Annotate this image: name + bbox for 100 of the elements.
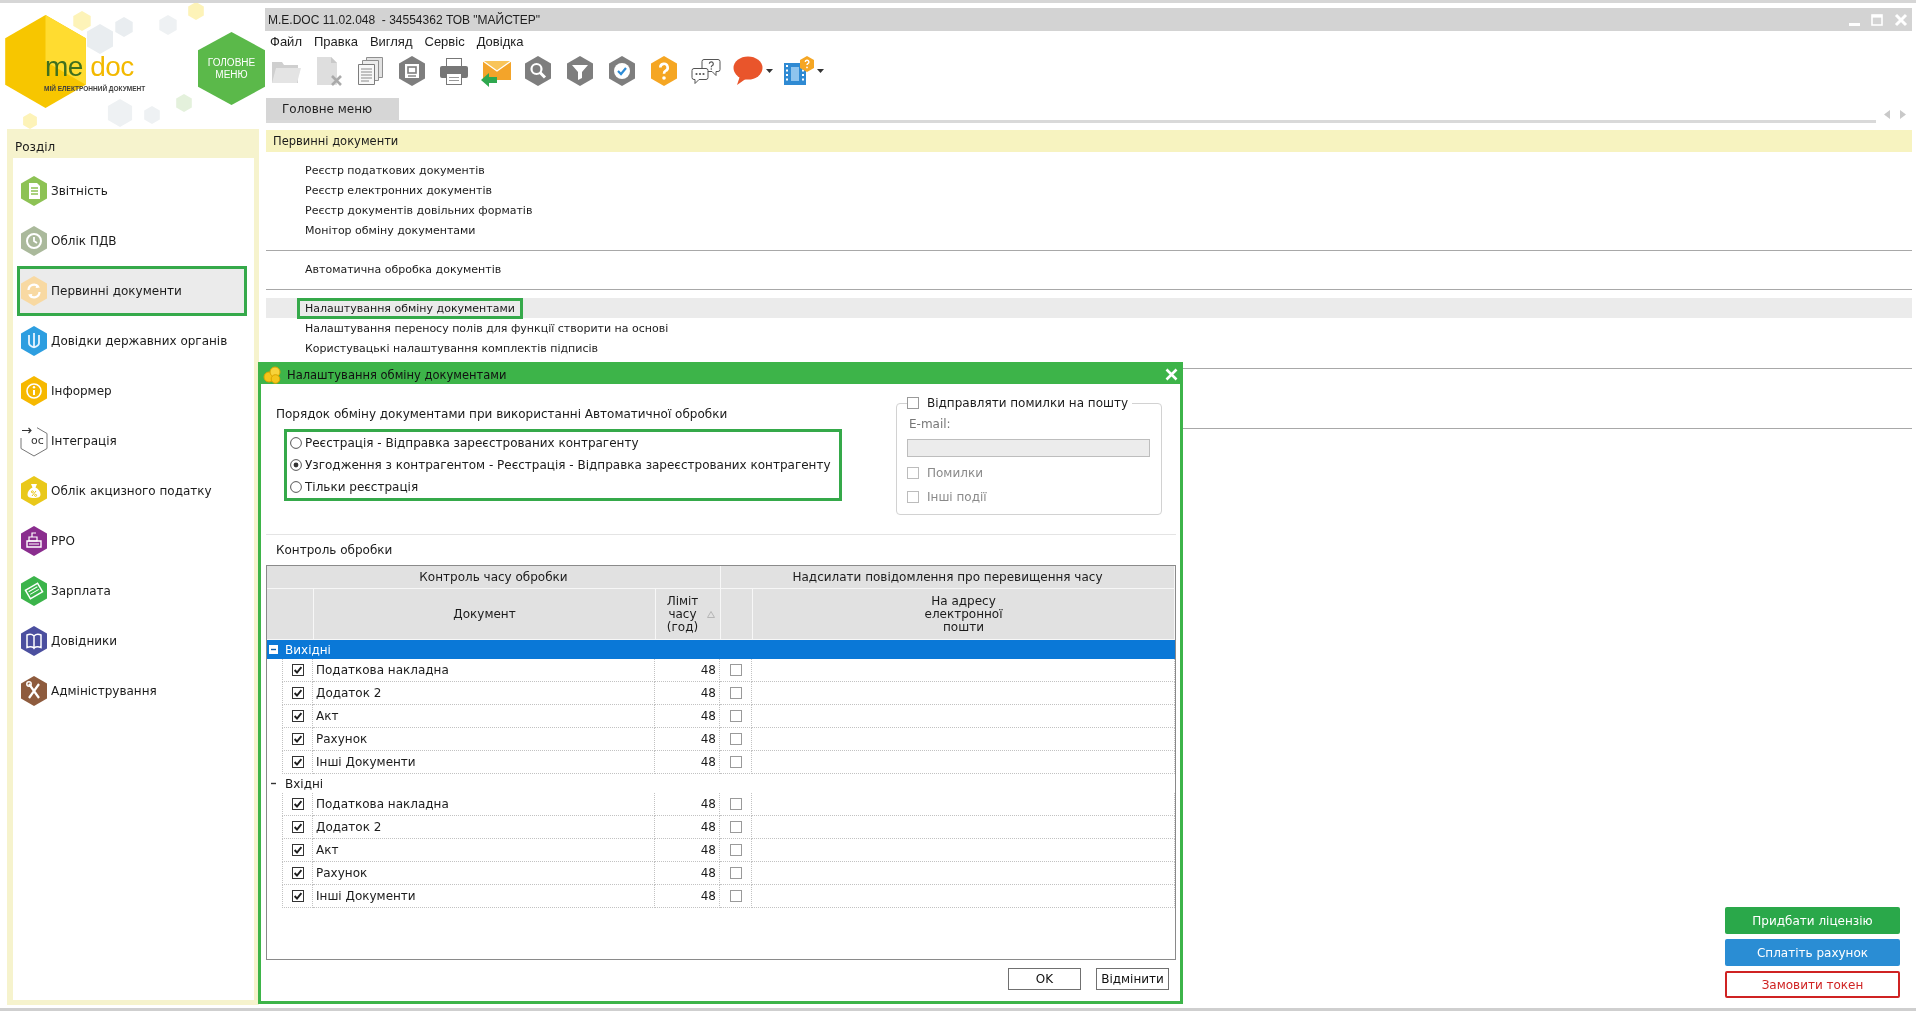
radio-option[interactable]: Тільки реєстрація (290, 476, 831, 498)
checkbox-icon[interactable] (729, 798, 742, 810)
radio-icon[interactable] (290, 437, 302, 449)
checkbox-icon[interactable] (291, 687, 304, 699)
help-icon[interactable] (648, 55, 680, 87)
radio-icon[interactable] (290, 481, 302, 493)
menu-item[interactable]: Реєстр електронних документів (297, 179, 500, 201)
table-cell: 48 (655, 728, 720, 751)
checkbox-icon[interactable] (291, 664, 304, 676)
moneybag-hexagon-icon (20, 475, 48, 507)
menu-item[interactable]: Користувацькі налаштування комплектів підписів (297, 337, 606, 359)
sidebar-item[interactable]: РРО (17, 516, 247, 566)
close-icon[interactable] (1165, 368, 1178, 381)
checkbox-icon[interactable] (291, 733, 304, 745)
checkbox-icon[interactable] (729, 710, 742, 722)
filter-icon[interactable] (564, 55, 596, 87)
ok-button[interactable]: OK (1008, 968, 1081, 990)
radio-icon[interactable] (290, 459, 302, 471)
safe-icon[interactable] (396, 55, 428, 87)
book-hexagon-icon (20, 625, 48, 657)
table-cell: 48 (655, 816, 720, 839)
table-cell: Податкова накладна (313, 659, 655, 682)
checkbox-icon[interactable] (291, 867, 304, 879)
clock-hexagon-icon (20, 225, 48, 257)
sidebar-item[interactable]: oc Інтеграція (17, 416, 247, 466)
group-label: Контроль обробки (275, 543, 394, 557)
menu-item[interactable]: Реєстр документів довільних форматів (297, 199, 541, 221)
caret-icon[interactable] (766, 69, 773, 73)
column-header: Документ (453, 607, 516, 621)
checkbox-icon[interactable] (729, 687, 742, 699)
tab[interactable]: Головне меню (266, 98, 400, 120)
radio-option[interactable]: Узгодження з контрагентом - Реєстрація - Відправка зареєстрованих контрагенту (290, 454, 831, 476)
sidebar-title: Розділ (14, 139, 57, 156)
menu-bar-item[interactable]: Правка (313, 33, 358, 49)
table-cell: Рахунок (313, 728, 655, 751)
collapse-icon[interactable] (269, 645, 278, 654)
menu-item[interactable]: Налаштування переносу полів для функції створити на основі (297, 317, 677, 339)
printer-icon[interactable] (438, 55, 470, 87)
checkbox-icon[interactable] (729, 844, 742, 856)
checkbox-icon[interactable] (729, 821, 742, 833)
sidebar-item[interactable]: Звітність (17, 166, 247, 216)
menu-bar-item[interactable]: Вигляд (369, 33, 413, 49)
checkbox-icon[interactable] (907, 397, 919, 409)
sidebar-item[interactable]: Адміністрування (17, 666, 247, 716)
checkbox-icon[interactable] (729, 867, 742, 879)
menu-bar-item[interactable]: Файл (270, 33, 302, 49)
refresh-hexagon-icon (20, 275, 48, 307)
cancel-button[interactable]: Відмінити (1096, 968, 1169, 990)
checkbox-icon[interactable] (729, 664, 742, 676)
table-cell: Акт (313, 839, 655, 862)
checkbox-icon[interactable] (729, 756, 742, 768)
sidebar-item[interactable]: Інформер (17, 366, 247, 416)
sidebar-item[interactable]: Облік ПДВ (17, 216, 247, 266)
cash-register-hexagon-icon (20, 525, 48, 557)
order-token-button[interactable]: Замовити токен (1725, 971, 1900, 998)
checkbox-option[interactable]: Відправляти помилки на пошту (907, 396, 1129, 410)
info-hexagon-icon (20, 375, 48, 407)
table-cell: 48 (655, 793, 720, 816)
pay-invoice-button[interactable]: Сплатіть рахунок (1725, 939, 1900, 966)
sidebar-item[interactable]: Довідники (17, 616, 247, 666)
column-group-header: Контроль часу обробки (419, 570, 568, 584)
column-group-header: Надсилати повідомлення про перевищення часу (792, 570, 1103, 584)
table-cell: 48 (655, 682, 720, 705)
caret-icon[interactable] (817, 69, 824, 73)
menu-item[interactable]: Налаштування обміну документами (297, 297, 523, 319)
trident-hexagon-icon (20, 325, 48, 357)
table-cell: 48 (655, 839, 720, 862)
table-cell: 48 (655, 705, 720, 728)
checkbox-icon[interactable] (291, 710, 304, 722)
tree-group-row[interactable]: Вхідні (267, 774, 1175, 793)
window-title: M.E.DOC 11.02.048 - 34554362 ТОВ "МАЙСТЕР" (268, 12, 542, 27)
speech-bubble-icon[interactable] (732, 55, 764, 87)
checkbox-icon[interactable] (729, 733, 742, 745)
table-cell: 48 (655, 659, 720, 682)
group-label: Порядок обміну документами при використанні Автоматичної обробки (276, 407, 729, 421)
table-cell: Додаток 2 (313, 816, 655, 839)
sidebar-item[interactable]: Облік акцизного податку (17, 466, 247, 516)
column-header: Ліміт часу (год) (665, 594, 700, 634)
table-cell: Податкова накладна (313, 793, 655, 816)
checkbox-icon[interactable] (291, 890, 304, 902)
tree-group-row[interactable]: Вихідні (267, 640, 1175, 659)
search-icon[interactable] (522, 55, 554, 87)
checkbox-icon[interactable] (729, 890, 742, 902)
radio-option[interactable]: Реєстрація - Відправка зареєстрованих контрагенту (290, 432, 831, 454)
checkbox-icon[interactable] (291, 756, 304, 768)
menu-bar-item[interactable]: Довідка (476, 33, 524, 49)
sidebar-item[interactable]: Первинні документи (17, 266, 247, 316)
sidebar-item[interactable]: Довідки державних органів (17, 316, 247, 366)
menu-item[interactable]: Автоматична обробка документів (297, 258, 510, 280)
table-cell: Інші Документи (313, 751, 655, 774)
sidebar-item[interactable]: Зарплата (17, 566, 247, 616)
checkbox-icon[interactable] (291, 821, 304, 833)
menu-item[interactable]: Реєстр податкових документів (297, 159, 493, 181)
menu-bar-item[interactable]: Сервіс (424, 33, 465, 49)
checkbox-icon[interactable] (291, 798, 304, 810)
menu-item[interactable]: Монітор обміну документами (297, 219, 484, 241)
checkbox-icon[interactable] (291, 844, 304, 856)
table-cell: 48 (655, 885, 720, 908)
film-icon[interactable] (783, 55, 815, 87)
column-header: На адресу електронної пошти (923, 594, 1004, 634)
